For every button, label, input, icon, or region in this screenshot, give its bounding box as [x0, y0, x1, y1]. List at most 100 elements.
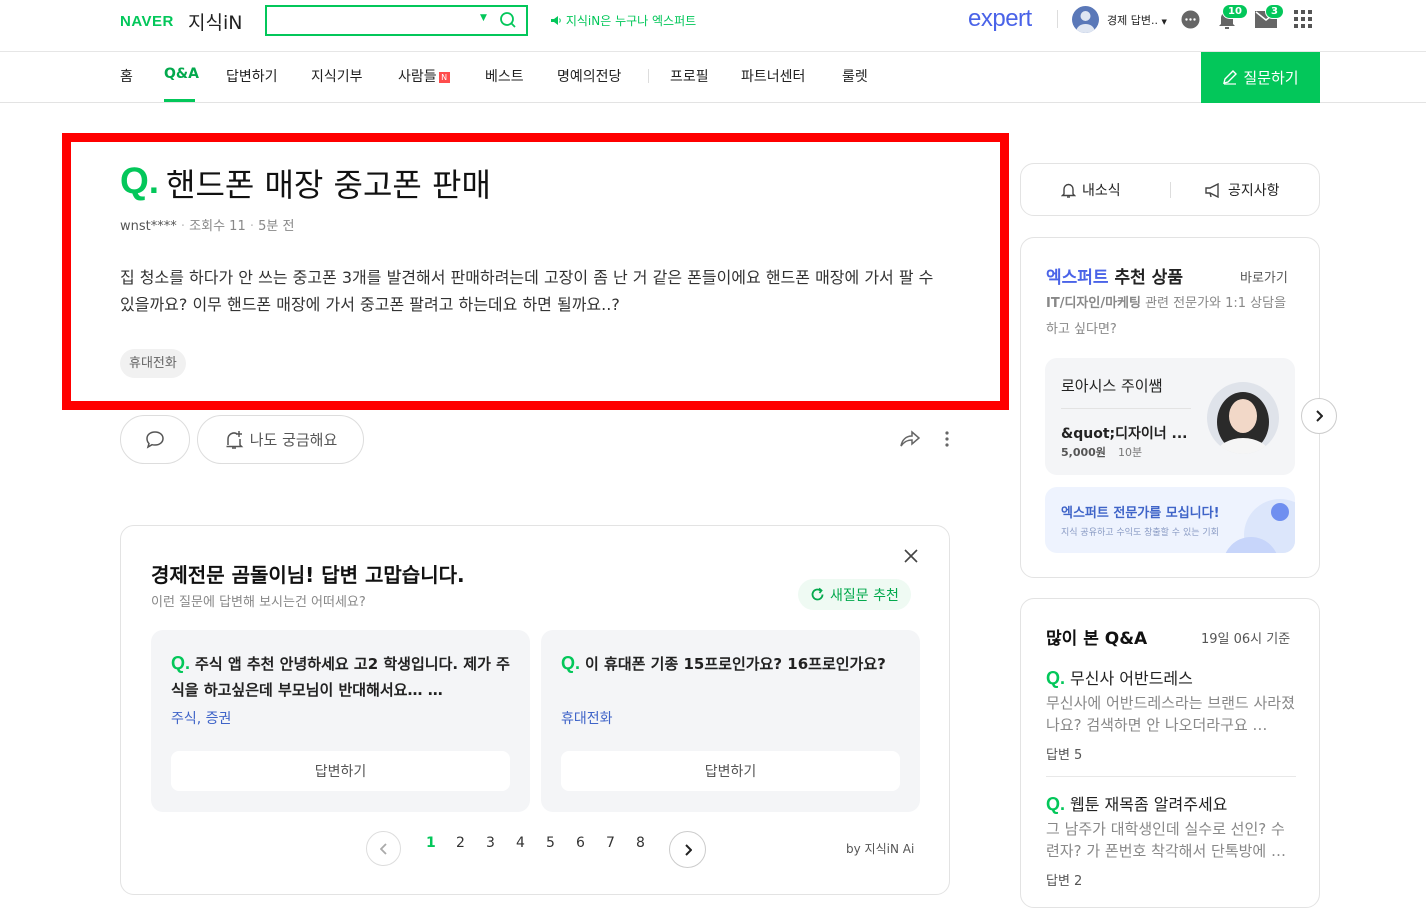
nav-profile[interactable]: 프로필: [670, 66, 709, 86]
question-body: 집 청소를 하다가 안 쓰는 중고폰 3개를 발견해서 판매하려는데 고장이 좀…: [120, 268, 934, 314]
chat-icon[interactable]: [1180, 9, 1201, 30]
new-question-refresh-button[interactable]: 새질문 추천: [798, 579, 911, 610]
nav-qna[interactable]: Q&A: [164, 66, 199, 82]
chevron-right-icon: [1315, 410, 1323, 422]
megaphone-icon: [1205, 182, 1222, 198]
next-page-button[interactable]: [669, 831, 706, 868]
recommended-question-card[interactable]: Q. 주식 앱 추천 안녕하세요 고2 학생입니다. 제가 주식을 하고싶은데 부…: [151, 630, 530, 812]
user-name-dropdown[interactable]: 경제 답변.. ▼: [1107, 12, 1167, 28]
divider: [1057, 10, 1058, 28]
page-number[interactable]: 7: [606, 835, 615, 851]
page-number[interactable]: 8: [636, 835, 645, 851]
expert-name: 로아시스 주이쌤: [1061, 377, 1163, 395]
recommended-question-title: 이 휴대폰 기종 15프로인가요? 16프로인가요?: [585, 655, 886, 673]
page-number[interactable]: 3: [486, 835, 495, 851]
q-mark: Q.: [561, 653, 581, 673]
divider: [1170, 182, 1171, 198]
popular-qna-item-answers: 답변 2: [1046, 874, 1083, 889]
page-number[interactable]: 2: [456, 835, 465, 851]
by-jisikin-ai-label: by 지식iN Ai: [846, 842, 915, 856]
search-input[interactable]: [273, 11, 473, 31]
slogan-text: 지식iN은 누구나 엑스퍼트: [565, 14, 697, 28]
question-author[interactable]: wnst****: [120, 219, 177, 234]
page-number[interactable]: 5: [546, 835, 555, 851]
expert-duration: 10분: [1118, 446, 1143, 459]
search-icon[interactable]: [499, 11, 517, 29]
expert-shortcut-link[interactable]: 바로가기: [1240, 267, 1288, 286]
page-number[interactable]: 1: [426, 835, 436, 851]
slogan-link[interactable]: 지식iN은 누구나 엑스퍼트: [550, 12, 696, 29]
recommended-question-category[interactable]: 주식, 증권: [171, 708, 231, 728]
close-icon[interactable]: [904, 549, 918, 563]
expert-product-card[interactable]: 로아시스 주이쌤 &quot;디자이너 ... 5,000원 10분: [1045, 358, 1295, 475]
notice-link[interactable]: 공지사항: [1205, 180, 1280, 200]
question-views: 조회수 11: [189, 219, 246, 234]
page-number[interactable]: 4: [516, 835, 525, 851]
share-icon[interactable]: [900, 430, 920, 448]
notification-badge: 10: [1222, 4, 1248, 19]
expert-next-button[interactable]: [1301, 398, 1337, 434]
popular-qna-item-desc: 그 남주가 대학생인데 실수로 선인? 수련자? 가 폰번호 착각해서 단톡방에…: [1046, 820, 1287, 860]
popular-qna-item[interactable]: Q. 무신사 어반드레스 무신사에 어반드레스라는 브랜드 사라졌나요? 검색하면…: [1046, 665, 1296, 763]
curious-button[interactable]: 나도 궁금해요: [197, 415, 364, 464]
nav-best[interactable]: 베스트: [485, 66, 524, 86]
more-options-icon[interactable]: [944, 431, 950, 447]
expert-logo[interactable]: expert: [968, 5, 1032, 33]
ask-question-label: 질문하기: [1243, 69, 1299, 87]
nav-donation[interactable]: 지식기부: [311, 66, 363, 86]
recommend-subtitle: 이런 질문에 답변해 보시는건 어떠세요?: [151, 595, 366, 610]
user-name: 경제 답변..: [1107, 14, 1158, 27]
nav-roulette[interactable]: 룰렛: [842, 66, 868, 86]
naver-logo[interactable]: NAVER: [120, 13, 174, 30]
nav-home[interactable]: 홈: [120, 66, 133, 86]
jisikin-logo[interactable]: 지식iN: [188, 8, 242, 35]
recommended-question-text[interactable]: Q. 주식 앱 추천 안녕하세요 고2 학생입니다. 제가 주식을 하고싶은데 부…: [171, 650, 511, 703]
nav-answer[interactable]: 답변하기: [226, 66, 278, 86]
apps-grid-icon[interactable]: [1294, 10, 1312, 28]
page-number[interactable]: 6: [576, 835, 585, 851]
divider: [648, 69, 649, 83]
answer-button[interactable]: 답변하기: [171, 751, 510, 791]
chevron-right-icon: [684, 843, 692, 856]
nav-partner-center[interactable]: 파트너센터: [741, 66, 805, 86]
active-tab-indicator: [164, 99, 195, 102]
bell-icon: [1061, 182, 1076, 198]
expert-price: 5,000원: [1061, 446, 1106, 459]
expert-title-rest: 추천 상품: [1108, 268, 1183, 288]
popular-qna-item[interactable]: Q. 웹툰 재목좀 알려주세요 그 남주가 대학생인데 실수로 선인? 수련자? …: [1046, 791, 1296, 889]
pencil-icon: [1222, 70, 1238, 85]
question-tag[interactable]: 휴대전화: [120, 349, 186, 378]
expert-product-name: &quot;디자이너 ...: [1061, 426, 1188, 442]
recommended-question-category[interactable]: 휴대전화: [561, 708, 613, 728]
nav-people-label: 사람들: [398, 69, 437, 85]
recommended-question-card[interactable]: Q. 이 휴대폰 기종 15프로인가요? 16프로인가요? 휴대전화 답변하기: [541, 630, 920, 812]
comment-button[interactable]: [120, 415, 190, 464]
recruit-subtitle: 지식 공유하고 수익도 창출할 수 있는 기회: [1061, 528, 1219, 538]
q-mark: Q.: [1046, 794, 1066, 814]
my-news-link[interactable]: 내소식: [1061, 180, 1121, 200]
popular-qna-box: 많이 본 Q&A 19일 06시 기준 Q. 무신사 어반드레스 무신사에 어반드…: [1020, 598, 1320, 908]
nav-people[interactable]: 사람들 N: [398, 66, 450, 86]
search-dropdown-icon[interactable]: ▼: [480, 13, 487, 23]
chevron-down-icon: ▼: [1161, 18, 1167, 26]
popular-qna-item-title: Q. 웹툰 재목좀 알려주세요: [1046, 791, 1296, 815]
expert-recruit-banner[interactable]: 엑스퍼트 전문가를 모십니다! 지식 공유하고 수익도 창출할 수 있는 기회: [1045, 487, 1295, 553]
answer-button[interactable]: 답변하기: [561, 751, 900, 791]
speaker-icon: [550, 15, 562, 26]
avatar[interactable]: [1072, 6, 1099, 33]
expert-desc-bold: IT/디자인/마케팅: [1046, 296, 1141, 311]
recommended-question-title: 주식 앱 추천 안녕하세요 고2 학생입니다. 제가 주식을 하고싶은데 부모님…: [171, 655, 510, 699]
nav-hall-of-fame[interactable]: 명예의전당: [557, 66, 621, 86]
divider: [1061, 408, 1191, 409]
prev-page-button[interactable]: [366, 831, 401, 866]
recommend-title: 경제전문 곰돌이님! 답변 고맙습니다.: [151, 563, 465, 587]
recruit-title: 엑스퍼트 전문가를 모십니다!: [1061, 506, 1220, 521]
bell-plus-icon: [224, 430, 244, 450]
recommended-question-text[interactable]: Q. 이 휴대폰 기종 15프로인가요? 16프로인가요?: [561, 650, 901, 677]
main-nav: 홈 Q&A 답변하기 지식기부 사람들 N 베스트 명예의전당 프로필 파트너센터…: [0, 52, 1426, 103]
popular-qna-item-answers: 답변 5: [1046, 748, 1083, 763]
notice-label: 공지사항: [1228, 183, 1280, 199]
question-time: 5분 전: [258, 219, 295, 234]
ask-question-button[interactable]: 질문하기: [1201, 52, 1320, 103]
q-mark: Q.: [171, 653, 191, 673]
